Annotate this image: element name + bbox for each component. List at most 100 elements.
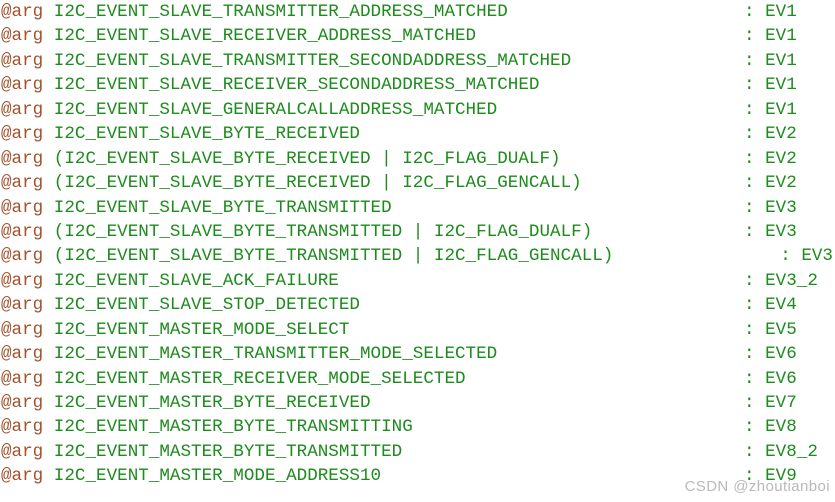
code-line-declaration: @arg I2C_EVENT_SLAVE_GENERALCALLADDRESS_… — [1, 98, 497, 122]
code-line-space — [755, 369, 766, 389]
arg-tag: @arg — [1, 50, 44, 71]
code-line-space — [755, 26, 766, 46]
event-state-value: EV8 — [765, 417, 797, 438]
code-line-space — [43, 149, 54, 169]
code-line-space — [43, 369, 54, 389]
code-line-mapping: : EV2 — [744, 171, 797, 195]
code-line-declaration: @arg I2C_EVENT_MASTER_BYTE_TRANSMITTING — [1, 415, 413, 439]
event-constant-expression: I2C_EVENT_SLAVE_GENERALCALLADDRESS_MATCH… — [53, 99, 498, 120]
separator-colon: : — [744, 295, 755, 316]
code-line-space — [755, 417, 766, 437]
code-line-declaration: @arg I2C_EVENT_MASTER_RECEIVER_MODE_SELE… — [1, 367, 466, 391]
event-constant-expression: I2C_EVENT_MASTER_TRANSMITTER_MODE_SELECT… — [53, 344, 498, 365]
event-constant-expression: I2C_EVENT_SLAVE_STOP_DETECTED — [53, 295, 360, 316]
code-line-declaration: @arg I2C_EVENT_SLAVE_ACK_FAILURE — [1, 269, 339, 293]
separator-colon: : — [744, 197, 755, 218]
separator-colon: : — [744, 393, 755, 413]
event-state-value: EV3 — [765, 221, 797, 242]
event-constant-expression: I2C_EVENT_MASTER_BYTE_RECEIVED — [53, 393, 371, 413]
event-state-value: EV7 — [765, 393, 797, 413]
event-constant-expression: I2C_EVENT_SLAVE_ACK_FAILURE — [53, 270, 339, 291]
event-state-value: EV1 — [765, 99, 797, 120]
arg-tag: @arg — [1, 26, 44, 47]
code-line-declaration: @arg (I2C_EVENT_SLAVE_BYTE_RECEIVED | I2… — [1, 171, 582, 195]
code-line: @arg I2C_EVENT_MASTER_MODE_ADDRESS10 : EV… — [0, 464, 835, 488]
code-line-declaration: @arg I2C_EVENT_SLAVE_TRANSMITTER_SECONDA… — [1, 49, 571, 73]
event-state-value: EV6 — [765, 344, 797, 365]
code-line-space — [43, 344, 54, 364]
event-state-value: EV1 — [765, 50, 797, 71]
code-line: @arg I2C_EVENT_SLAVE_GENERALCALLADDRESS_… — [0, 98, 835, 122]
arg-tag: @arg — [1, 270, 44, 291]
code-line: @arg (I2C_EVENT_SLAVE_BYTE_TRANSMITTED |… — [0, 220, 835, 244]
event-constant-expression: I2C_EVENT_MASTER_RECEIVER_MODE_SELECTED — [53, 368, 466, 389]
event-state-value: EV5 — [765, 319, 797, 340]
code-line: @arg I2C_EVENT_SLAVE_RECEIVER_ADDRESS_MA… — [0, 24, 835, 48]
separator-colon: : — [744, 344, 755, 365]
event-state-value: EV3_2 — [765, 270, 818, 291]
arg-tag: @arg — [1, 466, 44, 487]
code-line-mapping: : EV7 — [744, 391, 797, 415]
separator-colon: : — [744, 221, 755, 242]
code-line-mapping: : EV8_2 — [744, 440, 818, 464]
arg-tag: @arg — [1, 197, 44, 218]
event-constant-expression: (I2C_EVENT_SLAVE_BYTE_TRANSMITTED | I2C_… — [53, 221, 593, 242]
event-constant-expression: (I2C_EVENT_SLAVE_BYTE_RECEIVED | I2C_FLA… — [53, 148, 561, 169]
arg-tag: @arg — [1, 441, 44, 462]
event-state-value: EV9 — [765, 466, 797, 487]
event-constant-expression: I2C_EVENT_SLAVE_BYTE_TRANSMITTED — [53, 197, 392, 218]
separator-colon: : — [744, 124, 755, 145]
code-line: @arg I2C_EVENT_SLAVE_TRANSMITTER_ADDRESS… — [0, 0, 835, 24]
arg-tag: @arg — [1, 124, 44, 145]
arg-tag: @arg — [1, 417, 44, 438]
separator-colon: : — [744, 2, 755, 22]
event-state-value: EV2 — [765, 148, 797, 169]
event-constant-expression: I2C_EVENT_MASTER_MODE_ADDRESS10 — [53, 466, 382, 487]
separator-colon: : — [744, 417, 755, 438]
separator-colon: : — [744, 148, 755, 169]
code-line-mapping: : EV1 — [744, 73, 797, 97]
separator-colon: : — [780, 246, 791, 267]
arg-tag: @arg — [1, 319, 44, 340]
code-line-space — [755, 320, 766, 340]
event-constant-expression: I2C_EVENT_SLAVE_RECEIVER_ADDRESS_MATCHED — [53, 26, 477, 47]
code-line-declaration: @arg I2C_EVENT_SLAVE_TRANSMITTER_ADDRESS… — [1, 0, 508, 24]
separator-colon: : — [744, 50, 755, 71]
code-line-mapping: : EV1 — [744, 0, 797, 24]
code-line-space — [43, 2, 54, 22]
code-line-mapping: : EV2 — [744, 122, 797, 146]
event-constant-expression: I2C_EVENT_MASTER_MODE_SELECT — [53, 319, 350, 340]
event-constant-expression: (I2C_EVENT_SLAVE_BYTE_TRANSMITTED | I2C_… — [53, 246, 614, 267]
code-line-space — [43, 124, 54, 144]
code-line-space — [755, 149, 766, 169]
code-listing: @arg I2C_EVENT_SLAVE_TRANSMITTER_ADDRESS… — [0, 0, 835, 502]
event-constant-expression: I2C_EVENT_SLAVE_TRANSMITTER_ADDRESS_MATC… — [53, 2, 508, 22]
code-line-declaration: @arg I2C_EVENT_SLAVE_BYTE_TRANSMITTED — [1, 196, 392, 220]
event-constant-expression: I2C_EVENT_MASTER_BYTE_TRANSMITTED — [53, 441, 403, 462]
event-constant-expression: I2C_EVENT_SLAVE_RECEIVER_SECONDADDRESS_M… — [53, 75, 540, 96]
event-state-value: EV8_2 — [765, 441, 818, 462]
code-line: @arg (I2C_EVENT_SLAVE_BYTE_RECEIVED | I2… — [0, 147, 835, 171]
code-line-mapping: : EV1 — [744, 98, 797, 122]
separator-colon: : — [744, 75, 755, 96]
code-line: @arg I2C_EVENT_SLAVE_RECEIVER_SECONDADDR… — [0, 73, 835, 97]
code-line-mapping: : EV8 — [744, 415, 797, 439]
code-line-mapping: : EV3 — [780, 244, 833, 268]
code-line-mapping: : EV9 — [744, 464, 797, 488]
code-line-space — [755, 295, 766, 315]
event-state-value: EV3 — [765, 197, 797, 218]
code-line-space — [43, 271, 54, 291]
code-line-declaration: @arg I2C_EVENT_MASTER_MODE_ADDRESS10 — [1, 464, 381, 488]
event-constant-expression: I2C_EVENT_SLAVE_BYTE_RECEIVED — [53, 124, 360, 145]
code-line: @arg I2C_EVENT_SLAVE_BYTE_RECEIVED : EV2 — [0, 122, 835, 146]
code-line-space — [755, 2, 766, 22]
code-line-declaration: @arg I2C_EVENT_MASTER_BYTE_TRANSMITTED — [1, 440, 402, 464]
code-line-mapping: : EV5 — [744, 318, 797, 342]
code-line-declaration: @arg I2C_EVENT_MASTER_MODE_SELECT — [1, 318, 349, 342]
code-line-space — [43, 100, 54, 120]
code-line-mapping: : EV3_2 — [744, 269, 818, 293]
arg-tag: @arg — [1, 173, 44, 194]
separator-colon: : — [744, 173, 755, 194]
code-line-declaration: @arg I2C_EVENT_SLAVE_BYTE_RECEIVED — [1, 122, 360, 146]
arg-tag: @arg — [1, 75, 44, 96]
